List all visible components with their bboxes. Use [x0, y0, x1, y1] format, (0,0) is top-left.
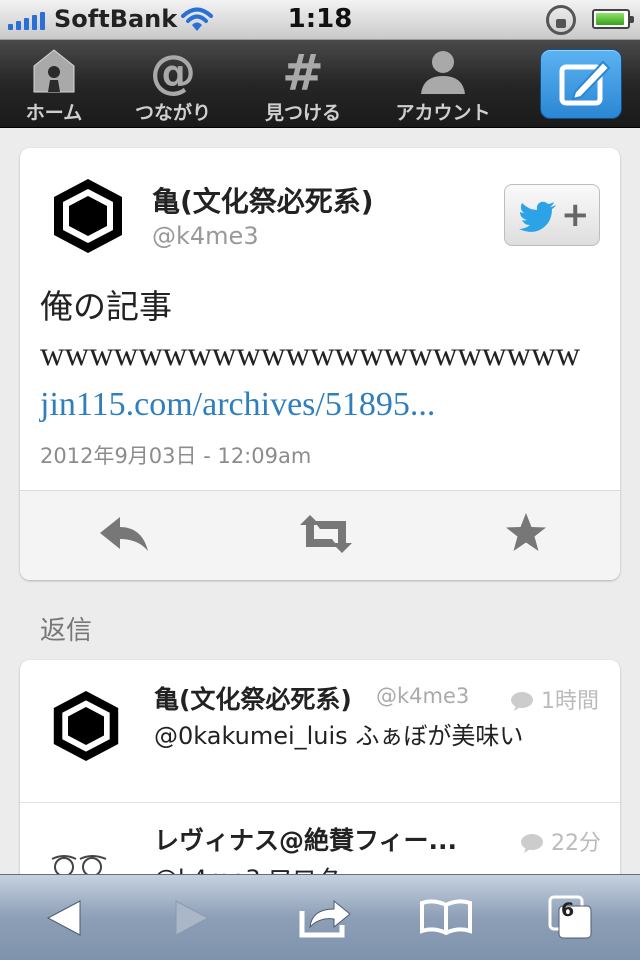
speech-bubble-icon [521, 834, 543, 853]
retweet-icon[interactable] [296, 513, 356, 555]
at-sign-icon: @ [150, 46, 196, 96]
tabs-button[interactable]: 6 [544, 875, 596, 960]
avatar[interactable] [50, 851, 110, 874]
replies-section-title: 返信 [40, 616, 93, 646]
tab-home[interactable]: ホーム [10, 46, 98, 124]
home-icon [33, 49, 75, 93]
avatar[interactable] [50, 176, 126, 256]
content-area[interactable]: 亀(文化祭必死系) @k4me3 + 俺の記事 wwwwwwwwwwwwwwww… [0, 128, 640, 874]
tab-home-label: ホーム [25, 102, 83, 124]
tab-discover-label: 見つける [264, 102, 341, 124]
person-icon [421, 51, 465, 94]
forward-button[interactable] [166, 875, 222, 960]
main-tab-bar: ホーム @ つながり # 見つける アカウント [0, 40, 640, 128]
tab-connect[interactable]: @ つながり [128, 46, 218, 124]
clock: 1:18 [287, 4, 353, 34]
plus-icon: + [561, 195, 590, 235]
reply-icon[interactable] [98, 513, 150, 555]
reply-text: @k4me3 ワロタw [154, 859, 360, 874]
bookmarks-button[interactable] [416, 875, 476, 960]
bookmarks-book-icon [420, 899, 472, 935]
svg-text:@: @ [150, 46, 196, 96]
tweet-link[interactable]: jin115.com/archives/51895... [40, 386, 435, 424]
reply-author-handle: @k4me3 [376, 684, 470, 708]
back-button[interactable] [38, 875, 94, 960]
favorite-star-icon[interactable] [504, 511, 548, 555]
compose-icon [559, 60, 611, 106]
reply-time: 22分 [551, 831, 601, 856]
author-name[interactable]: 亀(文化祭必死系) [152, 180, 374, 220]
tweet-timestamp: 2012年9月03日 - 12:09am [40, 444, 312, 468]
share-icon [299, 899, 351, 938]
reply-time-meta: 1時間 [510, 683, 599, 715]
tab-account-label: アカウント [395, 102, 491, 124]
tweet-text-continued: wwwwwwwwwwwwwwwwwwwwww [40, 336, 581, 373]
list-item[interactable]: 亀(文化祭必死系) @k4me3 1時間 @0kakumei_luis ふぁぼが… [20, 660, 620, 802]
browser-toolbar: 6 [0, 874, 640, 960]
author-handle[interactable]: @k4me3 [152, 222, 259, 250]
reply-time: 1時間 [541, 689, 599, 714]
follow-button[interactable]: + [504, 184, 600, 246]
share-button[interactable] [296, 875, 356, 960]
rotation-lock-icon [546, 5, 576, 35]
tweet-detail-card: 亀(文化祭必死系) @k4me3 + 俺の記事 wwwwwwwwwwwwwwww… [20, 148, 620, 580]
avatar[interactable] [50, 688, 122, 764]
reply-author-name: レヴィナス@絶賛フィー... [154, 826, 457, 855]
speech-bubble-icon [511, 692, 533, 711]
tab-connect-label: つながり [134, 102, 211, 124]
back-arrow-icon [46, 900, 81, 936]
tab-discover[interactable]: # 見つける [256, 46, 350, 124]
forward-arrow-icon [175, 900, 210, 936]
status-bar: SoftBank 1:18 [0, 0, 640, 40]
tab-account[interactable]: アカウント [390, 46, 496, 124]
svg-text:#: # [282, 46, 324, 96]
list-item[interactable]: レヴィナス@絶賛フィー... 22分 @k4me3 ワロタw [20, 803, 620, 874]
reply-text: @0kakumei_luis ふぁぼが美味い [154, 722, 524, 750]
tweet-actions [20, 490, 620, 580]
compose-button[interactable] [540, 49, 622, 119]
tab-count: 6 [561, 899, 575, 921]
twitter-bird-icon [519, 201, 556, 232]
reply-author-name: 亀(文化祭必死系) [154, 685, 352, 714]
tweet-text: 俺の記事 [40, 287, 172, 326]
battery-icon [592, 9, 634, 29]
reply-time-meta: 22分 [520, 825, 601, 857]
hashtag-icon: # [282, 46, 324, 96]
replies-list: 亀(文化祭必死系) @k4me3 1時間 @0kakumei_luis ふぁぼが… [20, 660, 620, 874]
